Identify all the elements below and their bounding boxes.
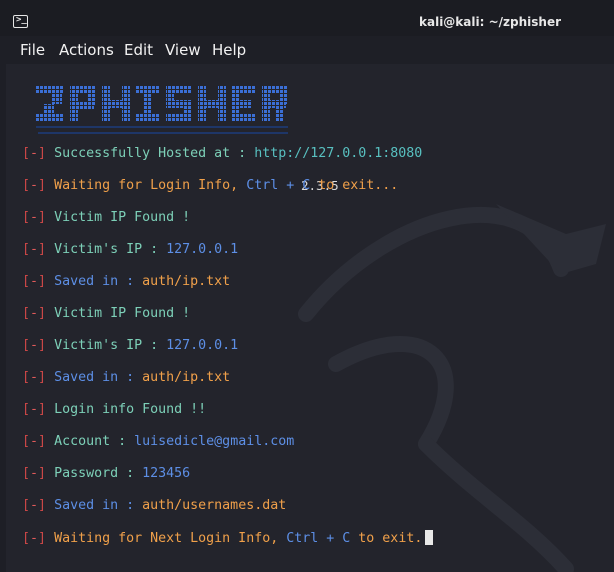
prefix-open: [ <box>22 498 31 513</box>
prefix-close: ] <box>38 274 47 289</box>
menu-edit[interactable]: Edit <box>124 41 153 59</box>
prefix-mark: - <box>30 146 39 161</box>
saved-path: auth/usernames.dat <box>142 498 287 513</box>
victim-ip-label: Victim's IP : <box>54 338 167 353</box>
prefix-open: [ <box>22 178 31 193</box>
prefix-close: ] <box>38 370 47 385</box>
prefix-open: [ <box>22 146 31 161</box>
password-label: Password : <box>54 466 143 481</box>
prefix-mark: - <box>30 531 39 546</box>
title-bar[interactable]: >_ kali@kali: ~/zphisher <box>0 0 614 36</box>
prefix-close: ] <box>38 210 47 225</box>
line-account: [-] Account : luisedicle@gmail.com <box>22 434 294 449</box>
text-cursor <box>425 530 434 545</box>
prefix-mark: - <box>30 178 39 193</box>
account-label: Account : <box>54 434 135 449</box>
saved-label: Saved in : <box>54 498 143 513</box>
waiting-text: Waiting for Next Login Info, <box>54 531 287 546</box>
saved-path: auth/ip.txt <box>142 370 231 385</box>
window-title: kali@kali: ~/zphisher <box>419 15 561 29</box>
victim-ip-label: Victim's IP : <box>54 242 167 257</box>
prefix-mark: - <box>30 434 39 449</box>
menu-bar: File Actions Edit View Help <box>0 36 614 64</box>
account-value: luisedicle@gmail.com <box>134 434 295 449</box>
prefix-mark: - <box>30 274 39 289</box>
prefix-open: [ <box>22 210 31 225</box>
menu-file[interactable]: File <box>20 41 45 59</box>
prefix-mark: - <box>30 370 39 385</box>
prefix-mark: - <box>30 306 39 321</box>
terminal-window: >_ kali@kali: ~/zphisher File Actions Ed… <box>0 0 614 572</box>
ctrl-c-hint: Ctrl + C <box>286 531 351 546</box>
prefix-close: ] <box>38 146 47 161</box>
line-waiting-2: [-] Waiting for Next Login Info, Ctrl + … <box>22 530 434 546</box>
line-password: [-] Password : 123456 <box>22 466 190 481</box>
prefix-open: [ <box>22 274 31 289</box>
menu-help[interactable]: Help <box>212 41 246 59</box>
prefix-close: ] <box>38 338 47 353</box>
prefix-mark: - <box>30 210 39 225</box>
ctrl-c-hint: Ctrl + C <box>246 178 311 193</box>
prefix-mark: - <box>30 402 39 417</box>
victim-ip-value: 127.0.0.1 <box>166 242 239 257</box>
menu-actions[interactable]: Actions <box>59 41 114 59</box>
line-saved-2: [-] Saved in : auth/ip.txt <box>22 370 230 385</box>
saved-label: Saved in : <box>54 370 143 385</box>
login-found-text: Login info Found !! <box>54 402 207 417</box>
prefix-mark: - <box>30 466 39 481</box>
zphisher-logo-icon <box>36 86 288 134</box>
exit-text: to exit. <box>350 531 423 546</box>
prefix-close: ] <box>38 466 47 481</box>
victim-found-text: Victim IP Found ! <box>54 210 191 225</box>
prefix-mark: - <box>30 498 39 513</box>
prefix-close: ] <box>38 402 47 417</box>
line-victim-ip-2: [-] Victim's IP : 127.0.0.1 <box>22 338 238 353</box>
terminal-icon: >_ <box>13 15 28 28</box>
saved-label: Saved in : <box>54 274 143 289</box>
prefix-close: ] <box>38 498 47 513</box>
victim-found-text: Victim IP Found ! <box>54 306 191 321</box>
menu-view[interactable]: View <box>165 41 201 59</box>
line-victim-found-1: [-] Victim IP Found ! <box>22 210 190 225</box>
prefix-close: ] <box>38 242 47 257</box>
waiting-text: Waiting for Login Info, <box>54 178 247 193</box>
line-waiting-1: [-] Waiting for Login Info, Ctrl + C to … <box>22 178 398 193</box>
prefix-open: [ <box>22 434 31 449</box>
prefix-close: ] <box>38 178 47 193</box>
saved-path: auth/ip.txt <box>142 274 231 289</box>
hosted-label: Successfully Hosted at : <box>54 146 255 161</box>
prefix-open: [ <box>22 306 31 321</box>
prefix-open: [ <box>22 531 31 546</box>
hosted-url[interactable]: http://127.0.0.1:8080 <box>254 146 422 161</box>
line-saved-3: [-] Saved in : auth/usernames.dat <box>22 498 286 513</box>
prefix-open: [ <box>22 370 31 385</box>
prefix-open: [ <box>22 242 31 257</box>
prefix-close: ] <box>38 434 47 449</box>
exit-text: to exit... <box>310 178 399 193</box>
line-victim-found-2: [-] Victim IP Found ! <box>22 306 190 321</box>
line-saved-1: [-] Saved in : auth/ip.txt <box>22 274 230 289</box>
terminal-output[interactable]: 2.3.5 [-] Successfully Hosted at : http:… <box>6 64 614 572</box>
prefix-open: [ <box>22 338 31 353</box>
line-hosted: [-] Successfully Hosted at : http://127.… <box>22 146 422 161</box>
prefix-close: ] <box>38 531 47 546</box>
prefix-mark: - <box>30 242 39 257</box>
prefix-open: [ <box>22 466 31 481</box>
password-value: 123456 <box>142 466 191 481</box>
line-login-found: [-] Login info Found !! <box>22 402 206 417</box>
victim-ip-value: 127.0.0.1 <box>166 338 239 353</box>
line-victim-ip-1: [-] Victim's IP : 127.0.0.1 <box>22 242 238 257</box>
prefix-mark: - <box>30 338 39 353</box>
prefix-open: [ <box>22 402 31 417</box>
prefix-close: ] <box>38 306 47 321</box>
